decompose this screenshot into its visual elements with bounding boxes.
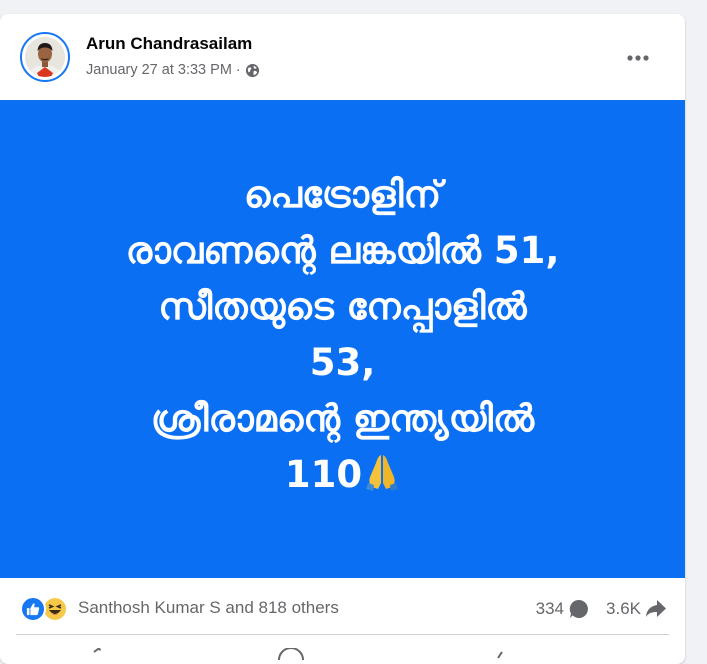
image-text-line: ശ്രീരാമന്റെ ഇന്ത്യയിൽ xyxy=(150,396,535,440)
image-text-line: 110 xyxy=(284,452,363,496)
more-horizontal-icon xyxy=(627,55,649,61)
author-avatar[interactable] xyxy=(20,32,70,82)
post-meta: January 27 at 3:33 PM · xyxy=(86,62,260,78)
shares-count-value: 3.6K xyxy=(606,599,641,618)
image-text-line: പെട്രോളിന് xyxy=(243,172,442,216)
folded-hands-icon xyxy=(364,451,400,507)
post-card: Arun Chandrasailam January 27 at 3:33 PM… xyxy=(0,14,685,664)
image-text-line: 53, xyxy=(309,340,376,384)
like-icon xyxy=(20,596,46,622)
image-text-line: രാവണന്റെ ലങ്കയിൽ 51, xyxy=(125,228,560,272)
comment-icon xyxy=(569,599,588,618)
action-divider xyxy=(16,634,669,635)
author-name[interactable]: Arun Chandrasailam xyxy=(86,34,252,54)
image-text-line: സീതയുടെ നേപ്പാളിൽ xyxy=(158,284,527,328)
like-action-icon[interactable] xyxy=(88,648,110,664)
shares-count[interactable]: 3.6K xyxy=(606,599,667,619)
comments-count[interactable]: 334 xyxy=(536,598,590,620)
meta-separator: · xyxy=(235,62,241,78)
more-options-button[interactable] xyxy=(618,38,658,78)
reaction-summary[interactable]: Santhosh Kumar S and 818 others xyxy=(78,598,339,618)
comment-action-icon[interactable] xyxy=(276,648,306,664)
reaction-icons[interactable] xyxy=(20,596,74,622)
engagement-counts: 334 3.6K xyxy=(536,598,667,620)
post-header: Arun Chandrasailam January 27 at 3:33 PM… xyxy=(0,14,685,100)
globe-icon[interactable] xyxy=(245,63,260,78)
share-action-icon[interactable] xyxy=(488,648,510,664)
post-image[interactable]: പെട്രോളിന് രാവണന്റെ ലങ്കയിൽ 51, സീതയുടെ … xyxy=(0,100,685,578)
reactions-bar: Santhosh Kumar S and 818 others 334 3.6K xyxy=(0,588,685,628)
action-row xyxy=(0,638,685,664)
comments-count-value: 334 xyxy=(535,599,565,618)
share-icon xyxy=(646,600,666,617)
avatar-photo xyxy=(25,37,65,77)
post-image-text: പെട്രോളിന് രാവണന്റെ ലങ്കയിൽ 51, സീതയുടെ … xyxy=(126,167,560,507)
post-timestamp[interactable]: January 27 at 3:33 PM xyxy=(86,62,232,78)
